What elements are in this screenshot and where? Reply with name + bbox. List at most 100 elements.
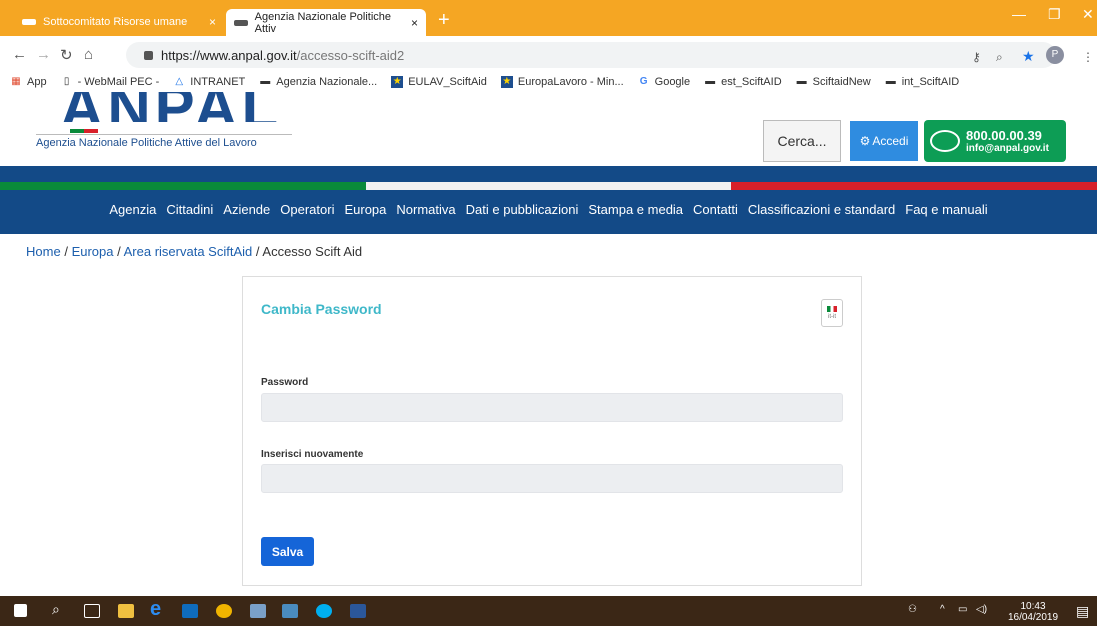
lock-icon <box>144 50 153 60</box>
login-label: Accedi <box>872 134 909 148</box>
google-icon: G <box>639 76 648 87</box>
anpal-logo[interactable]: ANPAL <box>60 92 282 122</box>
page-icon: ▯ <box>63 76 70 87</box>
internet-explorer-icon[interactable]: e <box>150 598 166 620</box>
app-icon[interactable] <box>250 604 266 618</box>
forward-arrow-icon[interactable]: → <box>36 46 51 63</box>
nav-item-operatori[interactable]: Operatori <box>280 202 334 217</box>
search-icon[interactable]: ⌕ <box>52 601 68 617</box>
bookmark-star-icon[interactable]: ★ <box>1022 48 1035 65</box>
url-input[interactable]: https://www.anpal.gov.it/accesso-scift-a… <box>126 42 1056 68</box>
confirm-password-label: Inserisci nuovamente <box>261 449 364 460</box>
save-button[interactable]: Salva <box>261 537 314 566</box>
bookmark-item[interactable]: G Google <box>638 76 690 88</box>
bookmarks-bar: ▦ App ▯ - WebMail PEC - △ INTRANET ▬ Agenzia… <box>0 72 1097 92</box>
nav-item-faq[interactable]: Faq e manuali <box>905 202 987 217</box>
bookmark-label: EULAV_SciftAid <box>408 76 487 88</box>
bookmark-item[interactable]: ▯ - WebMail PEC - <box>61 76 160 88</box>
tab-agenzia[interactable]: Agenzia Nazionale Politiche Attiv × <box>226 9 426 37</box>
bookmark-label: Agenzia Nazionale... <box>276 76 378 88</box>
window-close-icon[interactable]: ✕ <box>1082 6 1094 23</box>
volume-icon[interactable]: ◁) <box>976 604 987 615</box>
site-icon: ▬ <box>885 76 896 87</box>
people-icon[interactable]: ⚇ <box>908 604 917 615</box>
bookmark-label: int_SciftAID <box>901 76 960 88</box>
tab-close-icon[interactable]: × <box>411 16 418 30</box>
bookmark-item[interactable]: △ INTRANET <box>173 76 245 88</box>
nav-item-aziende[interactable]: Aziende <box>223 202 270 217</box>
main-menu: Agenzia Cittadini Aziende Operatori Euro… <box>0 202 1097 217</box>
site-favicon-icon <box>22 18 36 25</box>
clock[interactable]: 10:43 16/04/2019 <box>1002 601 1064 623</box>
italian-flag-icon <box>70 129 98 133</box>
tab-sottocomitato[interactable]: Sottocomitato Risorse umane × <box>14 8 224 35</box>
breadcrumb-area-riservata[interactable]: Area riservata SciftAid <box>124 244 253 259</box>
task-view-icon[interactable] <box>84 604 100 618</box>
bookmark-item[interactable]: ▦ App <box>10 76 46 88</box>
nav-item-classificazioni[interactable]: Classificazioni e standard <box>748 202 895 217</box>
windows-start-icon[interactable] <box>14 604 27 617</box>
site-icon: ▬ <box>796 76 807 87</box>
triangle-logo-icon: △ <box>175 76 184 87</box>
home-icon[interactable]: ⌂ <box>84 46 93 63</box>
site-favicon-icon <box>234 20 248 26</box>
confirm-password-field[interactable] <box>261 464 843 493</box>
key-icon[interactable]: ⚷ <box>972 50 981 64</box>
nav-item-normativa[interactable]: Normativa <box>396 202 455 217</box>
breadcrumb-home[interactable]: Home <box>26 244 61 259</box>
menu-dots-icon[interactable]: ⋮ <box>1082 50 1094 64</box>
nav-item-contatti[interactable]: Contatti <box>693 202 738 217</box>
card-title: Cambia Password <box>261 301 382 317</box>
tray-chevron-icon[interactable]: ^ <box>940 604 945 615</box>
search-button[interactable]: Cerca... <box>763 120 841 162</box>
file-explorer-icon[interactable] <box>118 604 134 618</box>
tab-close-icon[interactable]: × <box>209 15 216 29</box>
tab-title: Agenzia Nazionale Politiche Attiv <box>254 11 392 35</box>
bookmark-item[interactable]: ★ EuropaLavoro - Min... <box>500 76 624 88</box>
nav-item-dati[interactable]: Dati e pubblicazioni <box>466 202 579 217</box>
bookmark-label: INTRANET <box>190 76 246 88</box>
tab-title: Sottocomitato Risorse umane <box>43 15 188 28</box>
clock-time: 10:43 <box>1020 601 1046 612</box>
bookmark-item[interactable]: ▬ int_SciftAID <box>885 76 959 88</box>
url-host: https://www.anpal.gov.it <box>161 47 297 63</box>
notifications-icon[interactable]: ▤ <box>1076 603 1089 620</box>
profile-avatar[interactable]: P <box>1046 46 1064 64</box>
nav-item-europa[interactable]: Europa <box>344 202 386 217</box>
login-button[interactable]: ⚙ Accedi <box>850 121 918 161</box>
language-selector[interactable]: it-it <box>821 299 843 327</box>
back-arrow-icon[interactable]: ← <box>12 46 27 63</box>
bookmark-label: - WebMail PEC - <box>77 76 160 88</box>
breadcrumb: Home / Europa / Area riservata SciftAid … <box>26 244 362 259</box>
address-bar-row: ← → ↻ ⌂ https://www.anpal.gov.it/accesso… <box>0 36 1097 74</box>
site-icon: ▬ <box>705 76 716 87</box>
skype-icon[interactable] <box>316 604 332 618</box>
bookmark-item[interactable]: ▬ SciftaidNew <box>796 76 871 88</box>
chrome-icon[interactable] <box>216 604 232 618</box>
nav-item-cittadini[interactable]: Cittadini <box>166 202 213 217</box>
app-icon[interactable] <box>282 604 298 618</box>
star-box-icon: ★ <box>391 76 404 88</box>
bookmark-item[interactable]: ▬ Agenzia Nazionale... <box>259 76 377 88</box>
breadcrumb-europa[interactable]: Europa <box>72 244 114 259</box>
network-icon[interactable]: ▭ <box>958 604 967 615</box>
password-field[interactable] <box>261 393 843 422</box>
nav-item-agenzia[interactable]: Agenzia <box>109 202 156 217</box>
maximize-icon[interactable]: ❐ <box>1048 6 1061 23</box>
logo-subtitle: Agenzia Nazionale Politiche Attive del L… <box>36 137 257 149</box>
site-icon: ▬ <box>260 76 271 87</box>
change-password-card: Cambia Password it-it Password Inserisci… <box>242 276 862 586</box>
word-icon[interactable] <box>350 604 366 618</box>
outlook-icon[interactable] <box>182 604 198 618</box>
page-content: ANPAL Agenzia Nazionale Politiche Attive… <box>0 92 1097 596</box>
nav-item-stampa[interactable]: Stampa e media <box>588 202 683 217</box>
zoom-icon[interactable]: ⌕ <box>996 50 1003 65</box>
bookmark-item[interactable]: ★ EULAV_SciftAid <box>391 76 487 88</box>
bookmark-label: Google <box>654 76 691 88</box>
minimize-icon[interactable]: — <box>1012 6 1026 22</box>
bookmark-item[interactable]: ▬ est_SciftAID <box>704 76 782 88</box>
reload-icon[interactable]: ↻ <box>60 46 73 64</box>
chat-bubble-icon <box>930 130 960 152</box>
new-tab-button[interactable]: + <box>438 10 450 30</box>
contact-box[interactable]: 800.00.00.39 info@anpal.gov.it <box>924 120 1066 162</box>
